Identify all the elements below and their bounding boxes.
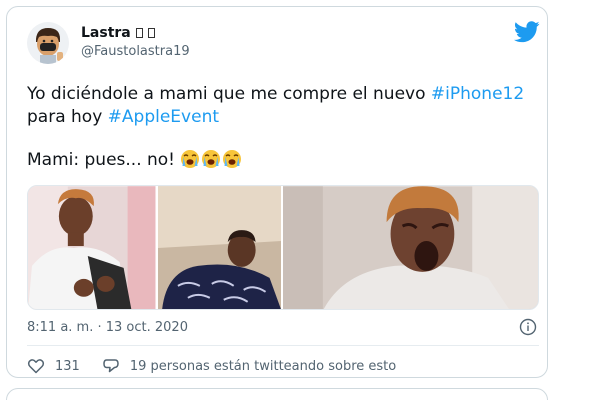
tweet-text: Yo diciéndole a mami que me compre el nu… — [27, 83, 537, 172]
avatar[interactable] — [27, 22, 69, 64]
loudly-crying-face-icon — [223, 150, 242, 168]
reply-activity-button[interactable]: 19 personas están twitteando sobre esto — [102, 357, 396, 375]
loudly-crying-face-icon — [181, 150, 200, 168]
media-photo-3[interactable] — [283, 186, 538, 310]
tweet-text-segment: Yo diciéndole a mami que me compre el nu… — [27, 84, 431, 104]
next-tweet-card[interactable] — [6, 388, 548, 400]
hashtag-link[interactable]: #AppleEvent — [108, 107, 219, 127]
tweet-text-line-3: Mami: pues... no! — [27, 149, 537, 172]
divider — [27, 345, 539, 346]
avatar-image — [27, 22, 69, 64]
loudly-crying-face-icon — [202, 150, 221, 168]
tweet-card[interactable]: Lastra @Faustolastra19 Yo diciéndole a m… — [6, 6, 548, 378]
twitter-bird-icon[interactable] — [514, 21, 540, 43]
author-name-row[interactable]: Lastra — [81, 25, 190, 41]
tweet-text-segment: Mami: pues... no! — [27, 150, 181, 170]
likes-count: 131 — [55, 358, 80, 374]
reply-activity-label: 19 personas están twitteando sobre esto — [129, 358, 397, 374]
like-button[interactable]: 131 — [27, 357, 80, 375]
flag-emoji-placeholder-icon — [135, 28, 143, 38]
tweet-text-segment: para hoy — [27, 107, 108, 127]
flag-emoji-placeholder-icon — [147, 28, 155, 38]
author-handle[interactable]: @Faustolastra19 — [81, 44, 190, 59]
tweet-text-line-1: Yo diciéndole a mami que me compre el nu… — [27, 83, 537, 106]
info-icon[interactable] — [518, 317, 538, 337]
media-photo-1[interactable] — [28, 186, 156, 310]
tweet-text-line-2: para hoy #AppleEvent — [27, 106, 537, 129]
media-photo-2[interactable] — [157, 186, 282, 310]
heart-icon — [27, 359, 45, 374]
tweet-timestamp[interactable]: 8:11 a. m. · 13 oct. 2020 — [27, 320, 188, 335]
tweet-actions: 131 19 personas están twitteando sobre e… — [27, 357, 418, 375]
speech-bubble-icon — [103, 359, 119, 373]
author-info[interactable]: Lastra @Faustolastra19 — [81, 25, 190, 59]
hashtag-link[interactable]: #iPhone12 — [431, 84, 524, 104]
author-name[interactable]: Lastra — [81, 25, 131, 41]
tweet-media-grid[interactable] — [27, 185, 539, 310]
